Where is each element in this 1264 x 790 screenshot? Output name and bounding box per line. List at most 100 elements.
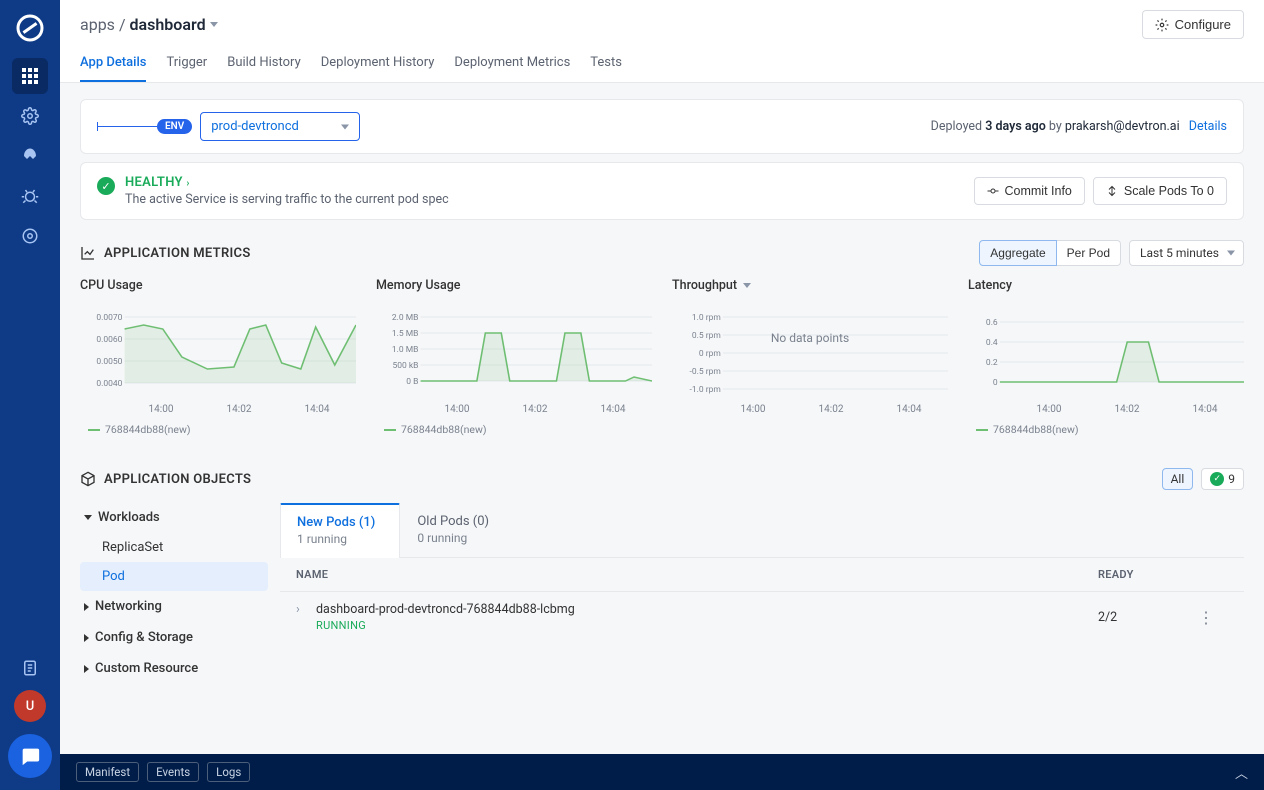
- avatar[interactable]: U: [14, 690, 46, 722]
- old-pods-sub: 0 running: [417, 531, 489, 545]
- nav-bug-icon[interactable]: [12, 178, 48, 214]
- deployed-by-label: by: [1049, 119, 1062, 134]
- gear-icon: [1155, 18, 1169, 32]
- filter-healthy[interactable]: ✓ 9: [1201, 468, 1244, 490]
- objects-body: Workloads ReplicaSet Pod Networking Conf…: [60, 502, 1264, 684]
- filter-all[interactable]: All: [1162, 468, 1194, 490]
- pods-tabs: New Pods (1) 1 running Old Pods (0) 0 ru…: [280, 502, 1244, 558]
- env-bar: ENV prod-devtroncd Deployed 3 days ago b…: [80, 99, 1244, 154]
- legend-label: 768844db88(new): [993, 423, 1079, 436]
- nav-rocket-icon[interactable]: [12, 138, 48, 174]
- svg-text:1.0 MB: 1.0 MB: [392, 345, 419, 355]
- sidebar: U: [0, 0, 60, 790]
- legend-dash: [384, 429, 396, 431]
- pods-panel: New Pods (1) 1 running Old Pods (0) 0 ru…: [280, 502, 1244, 642]
- metric-toggle: Aggregate Per Pod: [979, 240, 1121, 266]
- svg-text:0.0070: 0.0070: [96, 313, 122, 323]
- tab-build-history[interactable]: Build History: [227, 47, 301, 82]
- footer-events[interactable]: Events: [147, 762, 199, 782]
- svg-text:0.4: 0.4: [986, 338, 998, 348]
- objects-title: APPLICATION OBJECTS: [104, 472, 251, 487]
- env-line: [97, 126, 157, 127]
- breadcrumb-root[interactable]: apps: [80, 15, 115, 34]
- tab-old-pods[interactable]: Old Pods (0) 0 running: [400, 503, 514, 558]
- metrics-title: APPLICATION METRICS: [104, 246, 251, 261]
- configure-label: Configure: [1175, 17, 1231, 32]
- pod-status: RUNNING: [316, 619, 575, 632]
- svg-text:0 rpm: 0 rpm: [699, 349, 721, 359]
- footer-logs[interactable]: Logs: [207, 762, 250, 782]
- commit-info-button[interactable]: Commit Info: [974, 177, 1085, 205]
- pods-table: NAME READY › dashboard-prod-devtroncd-76…: [280, 558, 1244, 642]
- legend-label: 768844db88(new): [401, 423, 487, 436]
- tree-networking[interactable]: Networking: [80, 591, 268, 622]
- deployed-prefix: Deployed: [931, 119, 982, 134]
- tab-deployment-metrics[interactable]: Deployment Metrics: [454, 47, 570, 82]
- new-pods-sub: 1 running: [297, 532, 375, 546]
- chevron-right-icon: [84, 665, 89, 673]
- nav-gear-icon[interactable]: [12, 98, 48, 134]
- tree-workloads[interactable]: Workloads: [80, 502, 268, 533]
- deployed-user: prakarsh@devtron.ai: [1065, 119, 1180, 134]
- health-bar: ✓ HEALTHY › The active Service is servin…: [80, 162, 1244, 220]
- tab-new-pods[interactable]: New Pods (1) 1 running: [280, 503, 400, 558]
- col-ready-header: READY: [1098, 568, 1198, 581]
- pod-name: dashboard-prod-devtroncd-768844db88-lcbm…: [316, 602, 575, 617]
- chevron-down-icon[interactable]: [210, 22, 218, 27]
- col-name-header: NAME: [296, 568, 1098, 581]
- deployed-ago: 3 days ago: [985, 119, 1046, 134]
- per-pod-button[interactable]: Per Pod: [1057, 240, 1121, 266]
- commit-info-label: Commit Info: [1005, 184, 1072, 198]
- svg-text:0.0050: 0.0050: [96, 357, 122, 367]
- kebab-menu-icon[interactable]: ⋮: [1198, 608, 1228, 627]
- logo[interactable]: [14, 12, 46, 44]
- charts-row: CPU Usage 0.00700.00600.00500.0040: [60, 278, 1264, 460]
- commit-icon: [987, 185, 999, 197]
- tree-replicaset[interactable]: ReplicaSet: [80, 533, 268, 562]
- configure-button[interactable]: Configure: [1142, 10, 1244, 39]
- legend-dash: [88, 429, 100, 431]
- chevron-down-icon: [84, 515, 92, 520]
- svg-text:0.6: 0.6: [986, 318, 998, 328]
- tab-deployment-history[interactable]: Deployment History: [321, 47, 435, 82]
- tab-app-details[interactable]: App Details: [80, 47, 146, 82]
- chevron-right-icon[interactable]: ›: [296, 602, 310, 617]
- nav-doc-icon[interactable]: [12, 650, 48, 686]
- svg-text:0.0060: 0.0060: [96, 335, 122, 345]
- scale-pods-label: Scale Pods To 0: [1124, 184, 1214, 198]
- tab-tests[interactable]: Tests: [590, 47, 622, 82]
- tree-config-storage[interactable]: Config & Storage: [80, 622, 268, 653]
- latency-chart: Latency 0.60.40.20: [968, 278, 1244, 436]
- breadcrumb: apps / dashboard: [80, 15, 218, 34]
- env-select[interactable]: prod-devtroncd: [200, 112, 360, 141]
- table-row[interactable]: › dashboard-prod-devtroncd-768844db88-lc…: [280, 592, 1244, 642]
- details-link[interactable]: Details: [1189, 119, 1227, 134]
- tree-custom-resource[interactable]: Custom Resource: [80, 653, 268, 684]
- time-range-select[interactable]: Last 5 minutes: [1129, 240, 1244, 266]
- footer-manifest[interactable]: Manifest: [76, 762, 139, 782]
- nav-apps-icon[interactable]: [12, 58, 48, 94]
- svg-text:1.0 rpm: 1.0 rpm: [692, 313, 721, 323]
- check-circle-icon: ✓: [1210, 472, 1224, 486]
- objects-header: APPLICATION OBJECTS All ✓ 9: [60, 460, 1264, 502]
- scale-pods-button[interactable]: Scale Pods To 0: [1093, 177, 1227, 205]
- tree-pod[interactable]: Pod: [80, 562, 268, 591]
- tab-trigger[interactable]: Trigger: [166, 47, 207, 82]
- chevron-down-icon[interactable]: [743, 283, 751, 288]
- chat-icon[interactable]: [8, 734, 52, 778]
- footer-bar: Manifest Events Logs ︿: [60, 754, 1264, 790]
- latency-chart-title: Latency: [968, 278, 1244, 293]
- cube-icon: [80, 471, 96, 487]
- throughput-chart-title: Throughput: [672, 278, 737, 293]
- old-pods-label: Old Pods (0): [417, 514, 489, 529]
- nav-settings-icon[interactable]: [12, 218, 48, 254]
- filter-count: 9: [1228, 472, 1235, 486]
- svg-text:0.2: 0.2: [986, 358, 998, 368]
- legend-dash: [976, 429, 988, 431]
- deploy-info: Deployed 3 days ago by prakarsh@devtron.…: [931, 119, 1227, 134]
- health-status[interactable]: HEALTHY ›: [125, 175, 449, 190]
- aggregate-button[interactable]: Aggregate: [979, 240, 1056, 266]
- pod-ready: 2/2: [1098, 610, 1198, 625]
- chevron-up-icon[interactable]: ︿: [1235, 763, 1248, 782]
- content: ENV prod-devtroncd Deployed 3 days ago b…: [60, 83, 1264, 790]
